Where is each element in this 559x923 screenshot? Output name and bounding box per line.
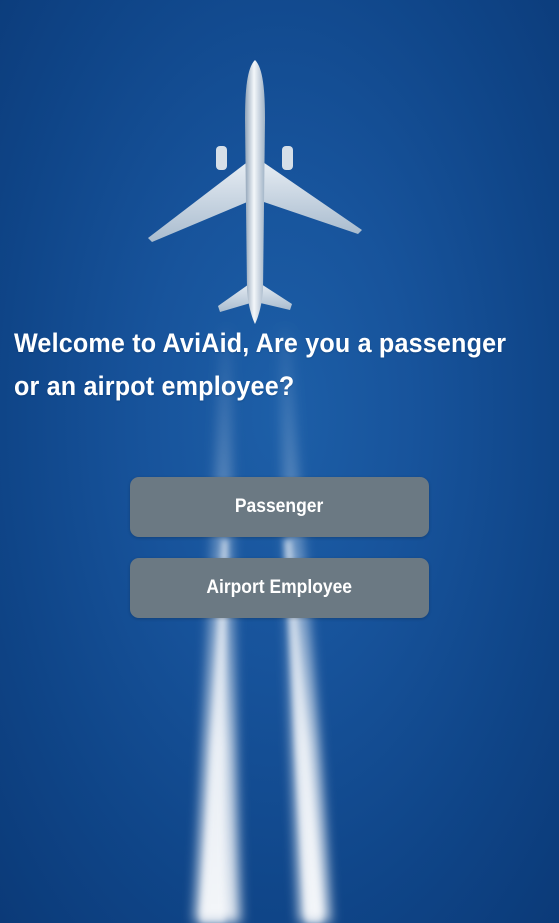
airport-employee-button[interactable]: Airport Employee [130,558,429,618]
airplane-icon [148,60,362,324]
passenger-button-label: Passenger [235,496,324,517]
airport-employee-button-label: Airport Employee [206,577,353,598]
passenger-button[interactable]: Passenger [130,477,429,537]
contrail-right [280,330,330,923]
contrail-left [195,330,240,923]
airplane-background-image [148,60,362,923]
welcome-heading: Welcome to AviAid, Are you a passenger o… [14,328,507,401]
